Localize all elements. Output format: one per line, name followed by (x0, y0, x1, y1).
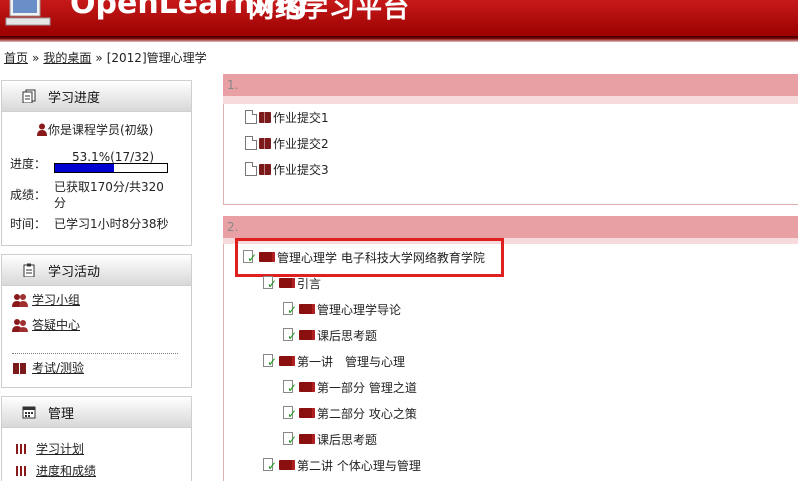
assignment-item-2[interactable]: 作业提交2 (245, 135, 329, 151)
book-icon (259, 111, 271, 123)
document-icon (245, 136, 257, 150)
breadcrumb-separator: » (32, 51, 40, 65)
checked-page-icon: ✓ (283, 406, 297, 420)
progress-label: 进度： (10, 157, 47, 171)
documents-icon (22, 89, 36, 103)
activity-block: 学习活动 学习小组 答疑中心 考试/测验 (1, 254, 192, 388)
tree-item-label[interactable]: 课后思考题 (317, 431, 377, 448)
section-1-subheader (223, 96, 798, 104)
folder-icon (299, 434, 315, 444)
progress-bar-fill (55, 164, 115, 172)
activity-block-title: 学习活动 (48, 264, 101, 280)
book-icon (259, 163, 271, 175)
manage-block: 管理 学习计划 进度和成绩 (1, 396, 192, 481)
tree-item[interactable]: ✓ 第一讲 管理与心理 (263, 353, 405, 369)
book-icon (259, 137, 271, 149)
tree-item[interactable]: ✓ 第二部分 攻心之策 (283, 405, 417, 421)
activity-item-qa[interactable]: 答疑中心 (12, 316, 80, 333)
checked-page-icon: ✓ (283, 328, 297, 342)
activity-divider (12, 353, 178, 354)
group-icon (12, 293, 28, 307)
folder-icon (279, 460, 295, 470)
activity-block-header: 学习活动 (1, 254, 192, 286)
grid-icon (16, 443, 26, 454)
breadcrumb-home-link[interactable]: 首页 (4, 51, 28, 65)
breadcrumb-desktop-link[interactable]: 我的桌面 (43, 51, 91, 65)
folder-icon (299, 330, 315, 340)
tree-item-label[interactable]: 课后思考题 (317, 327, 377, 344)
exam-link[interactable]: 考试/测验 (32, 359, 84, 376)
book-icon (13, 362, 26, 374)
tree-item-label[interactable]: 第二部分 攻心之策 (317, 405, 417, 422)
tree-item[interactable]: ✓ 引言 (263, 275, 321, 291)
tree-item-label[interactable]: 引言 (297, 275, 321, 292)
study-group-link[interactable]: 学习小组 (32, 291, 80, 308)
breadcrumb: 首页» 我的桌面» [2012]管理心理学 (4, 49, 207, 66)
folder-icon (279, 356, 295, 366)
folder-icon (299, 304, 315, 314)
score-line1: 已获取170分/共320 (54, 180, 164, 194)
folder-icon (279, 278, 295, 288)
assignment-item-3[interactable]: 作业提交3 (245, 161, 329, 177)
score-label: 成绩： (10, 188, 47, 202)
manage-block-title: 管理 (48, 406, 75, 422)
progress-block: 学习进度 你是课程学员(初级) 进度： 53.1%(17/32) 成绩： 已获取… (1, 80, 192, 246)
activity-item-exam[interactable]: 考试/测验 (12, 359, 84, 376)
checked-page-icon: ✓ (263, 458, 277, 472)
progress-bar (54, 163, 168, 173)
tree-item-label[interactable]: 第一讲 管理与心理 (297, 353, 405, 370)
clipboard-icon (23, 263, 35, 277)
tree-item[interactable]: ✓ 第一部分 管理之道 (283, 379, 417, 395)
progress-scores-link[interactable]: 进度和成绩 (36, 462, 96, 479)
highlight-box (235, 238, 504, 277)
tree-item[interactable]: ✓ 课后思考题 (283, 431, 377, 447)
tree-item-label[interactable]: 第一部分 管理之道 (317, 379, 417, 396)
time-label: 时间： (10, 217, 47, 231)
checked-page-icon: ✓ (283, 380, 297, 394)
progress-block-header: 学习进度 (1, 80, 192, 112)
manage-item-progress[interactable]: 进度和成绩 (16, 462, 96, 479)
manage-item-plan[interactable]: 学习计划 (16, 440, 84, 457)
platform-name: 网络学习平台 (248, 0, 411, 24)
assignment-item-1[interactable]: 作业提交1 (245, 109, 329, 125)
document-icon (245, 162, 257, 176)
manage-block-header: 管理 (1, 396, 192, 428)
header-divider (0, 36, 798, 42)
computer-logo-icon (5, 0, 51, 26)
folder-icon (299, 408, 315, 418)
checked-page-icon: ✓ (283, 432, 297, 446)
section-1-header: 1. (223, 74, 798, 96)
tree-item-label[interactable]: 管理心理学导论 (317, 301, 401, 318)
progress-block-title: 学习进度 (48, 90, 101, 106)
user-icon (37, 123, 47, 136)
time-value: 已学习1小时8分38秒 (54, 217, 169, 231)
section-2-header: 2. (223, 216, 798, 238)
user-role-text: 你是课程学员(初级) (48, 123, 154, 137)
qa-center-link[interactable]: 答疑中心 (32, 316, 80, 333)
progress-text: 53.1%(17/32) (72, 150, 155, 164)
tree-item[interactable]: ✓ 课后思考题 (283, 327, 377, 343)
tree-item[interactable]: ✓ 管理心理学导论 (283, 301, 401, 317)
assignment-label[interactable]: 作业提交2 (273, 135, 329, 152)
checked-page-icon: ✓ (263, 354, 277, 368)
breadcrumb-current: [2012]管理心理学 (106, 51, 207, 65)
breadcrumb-separator: » (95, 51, 103, 65)
site-header: OpenLearning 网络学习平台 (0, 0, 798, 36)
calendar-icon (22, 406, 36, 419)
document-icon (245, 110, 257, 124)
score-line2: 分 (54, 196, 67, 210)
assignment-label[interactable]: 作业提交1 (273, 109, 329, 126)
tree-item-label[interactable]: 第二讲 个体心理与管理 (297, 457, 421, 474)
checked-page-icon: ✓ (263, 276, 277, 290)
user-role: 你是课程学员(初级) (36, 121, 153, 138)
activity-item-group[interactable]: 学习小组 (12, 291, 80, 308)
tree-item[interactable]: ✓ 第二讲 个体心理与管理 (263, 457, 421, 473)
study-plan-link[interactable]: 学习计划 (36, 440, 84, 457)
folder-icon (299, 382, 315, 392)
grid-icon (16, 465, 26, 476)
section-1-content: 作业提交1 作业提交2 作业提交3 (223, 104, 798, 205)
assignment-label[interactable]: 作业提交3 (273, 161, 329, 178)
qa-icon (12, 318, 28, 332)
checked-page-icon: ✓ (283, 302, 297, 316)
